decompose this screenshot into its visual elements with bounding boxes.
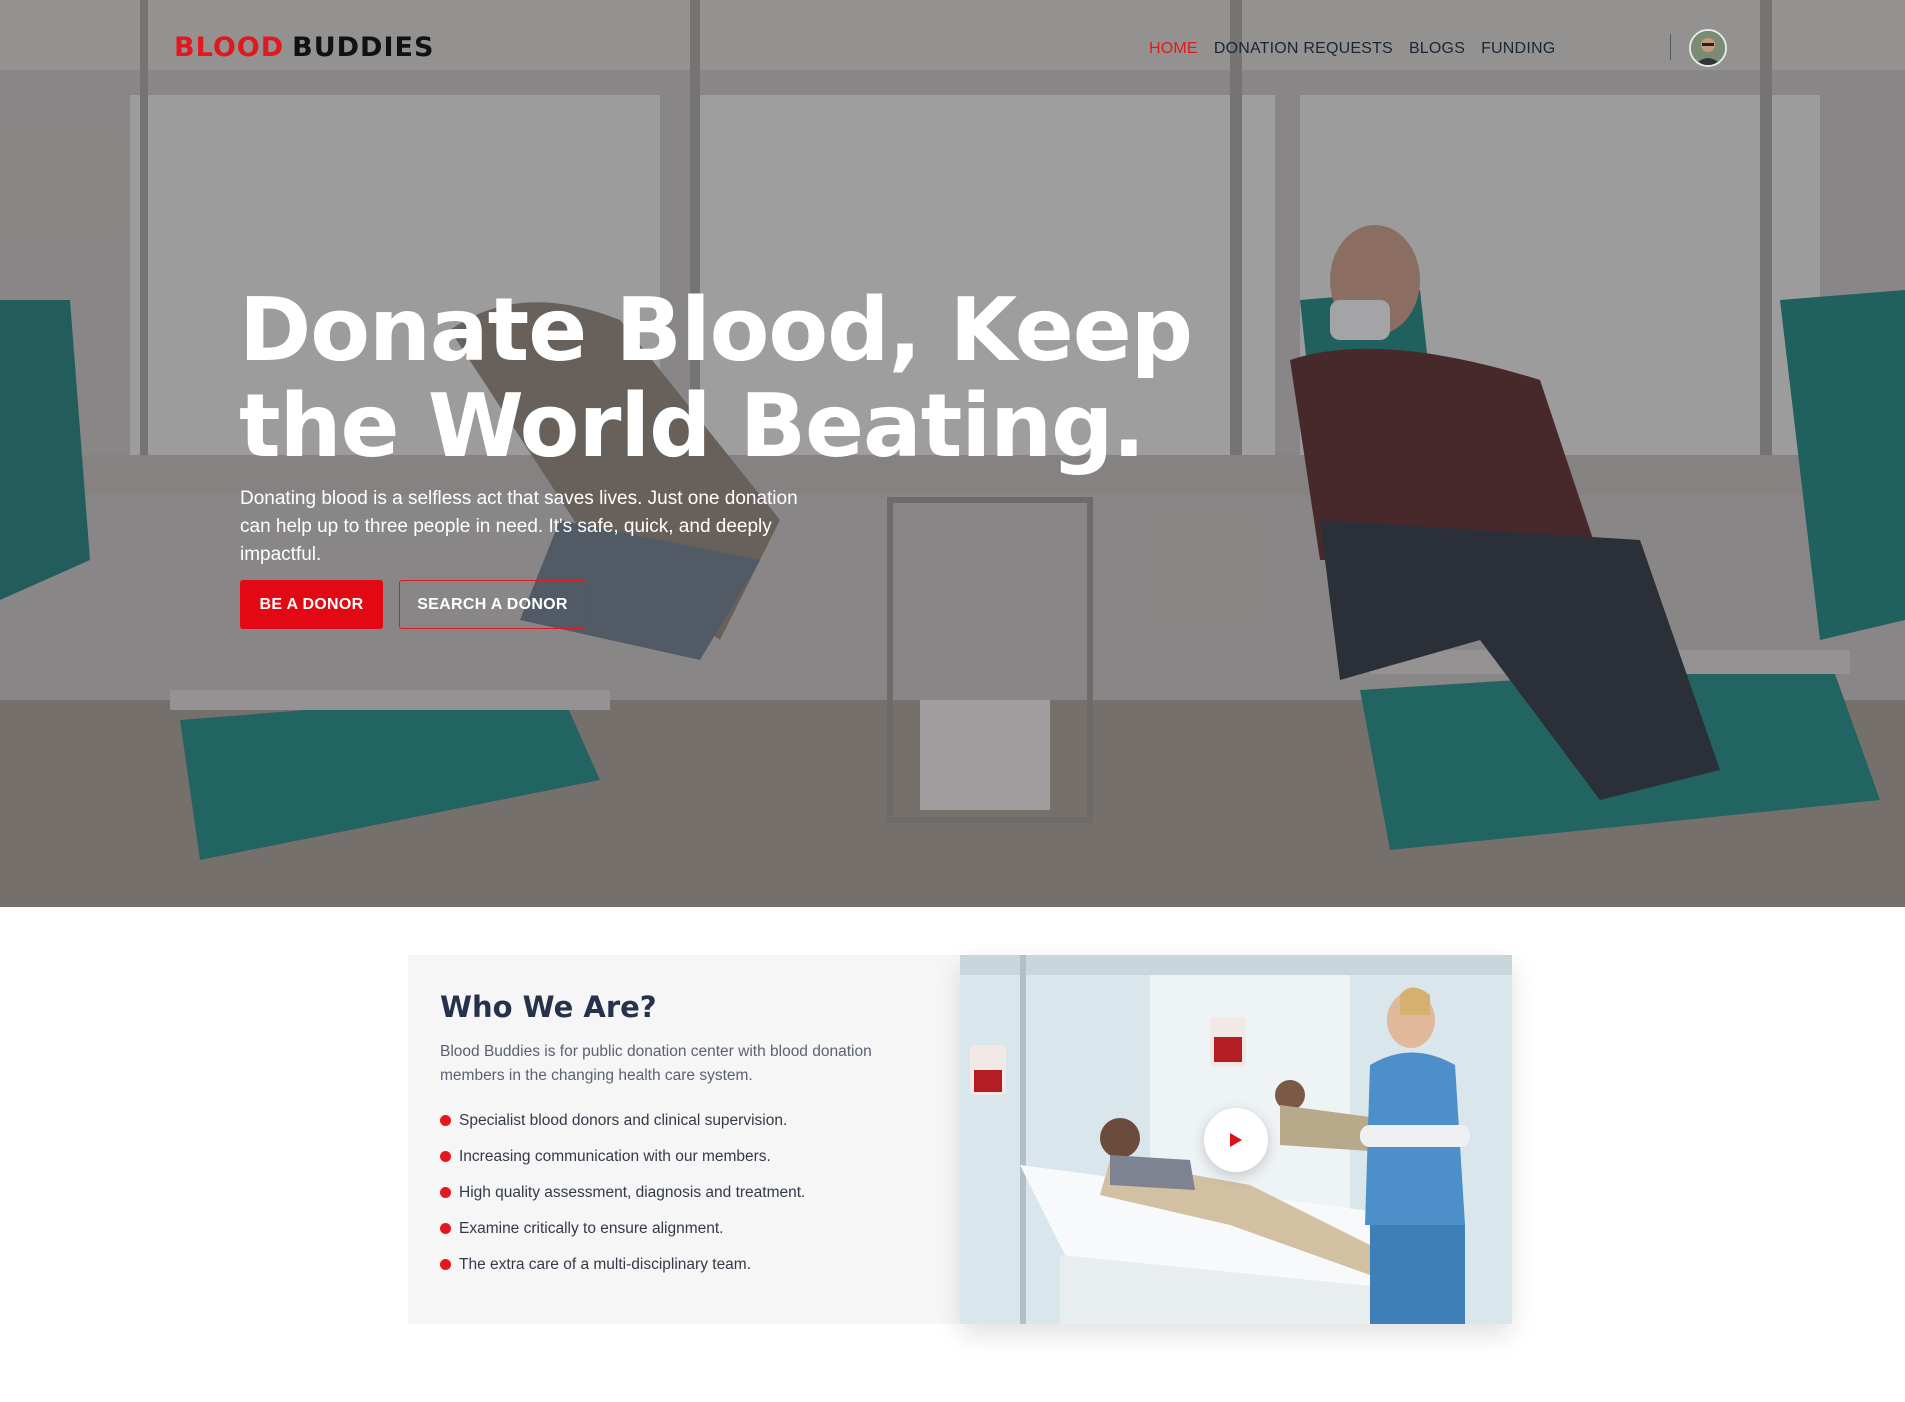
list-item: Increasing communication with our member…	[440, 1146, 805, 1182]
play-icon	[1230, 1133, 1242, 1147]
about-title: Who We Are?	[440, 990, 657, 1024]
brand-logo-part2: BUDDIES	[292, 32, 435, 63]
list-item-text: Increasing communication with our member…	[459, 1148, 771, 1165]
bullet-dot-icon	[440, 1151, 451, 1162]
list-item-text: Specialist blood donors and clinical sup…	[459, 1112, 788, 1129]
about-lead: Blood Buddies is for public donation cen…	[440, 1043, 872, 1084]
nav-item-blogs[interactable]: BLOGS	[1409, 40, 1465, 58]
bullet-dot-icon	[440, 1115, 451, 1126]
hero-title: Donate Blood, Keep the World Beating.	[239, 282, 1219, 474]
bullet-dot-icon	[440, 1259, 451, 1270]
nav-item-funding[interactable]: FUNDING	[1481, 40, 1555, 58]
top-navigation: BLOOD BUDDIES HOME DONATION REQUESTS BLOG…	[0, 0, 1905, 100]
hero-title-line1: Donate Blood, Keep	[239, 279, 1193, 381]
main-menu: HOME DONATION REQUESTS BLOGS FUNDING	[1149, 40, 1555, 58]
nav-item-donation-requests[interactable]: DONATION REQUESTS	[1214, 40, 1393, 58]
hero-title-line2: the World Beating.	[239, 375, 1145, 477]
list-item: The extra care of a multi-disciplinary t…	[440, 1254, 805, 1290]
nav-divider	[1670, 34, 1671, 60]
list-item: Examine critically to ensure alignment.	[440, 1218, 805, 1254]
who-we-are-section: Who We Are? Blood Buddies is for public …	[408, 955, 960, 1324]
list-item-text: The extra care of a multi-disciplinary t…	[459, 1256, 752, 1273]
list-item: Specialist blood donors and clinical sup…	[440, 1110, 805, 1146]
nav-item-home[interactable]: HOME	[1149, 40, 1198, 58]
about-points-list: Specialist blood donors and clinical sup…	[440, 1110, 805, 1290]
hero-description: Donating blood is a selfless act that sa…	[240, 488, 798, 565]
bullet-dot-icon	[440, 1187, 451, 1198]
be-a-donor-button[interactable]: BE A DONOR	[240, 580, 383, 629]
list-item: High quality assessment, diagnosis and t…	[440, 1182, 805, 1218]
brand-logo-part1: BLOOD	[174, 32, 285, 63]
brand-logo[interactable]: BLOOD BUDDIES	[174, 32, 434, 63]
list-item-text: Examine critically to ensure alignment.	[459, 1220, 724, 1237]
bullet-dot-icon	[440, 1223, 451, 1234]
search-a-donor-button[interactable]: SEARCH A DONOR	[399, 580, 586, 629]
user-avatar-icon[interactable]	[1689, 29, 1727, 67]
list-item-text: High quality assessment, diagnosis and t…	[459, 1184, 806, 1201]
play-video-button[interactable]	[1204, 1108, 1268, 1172]
